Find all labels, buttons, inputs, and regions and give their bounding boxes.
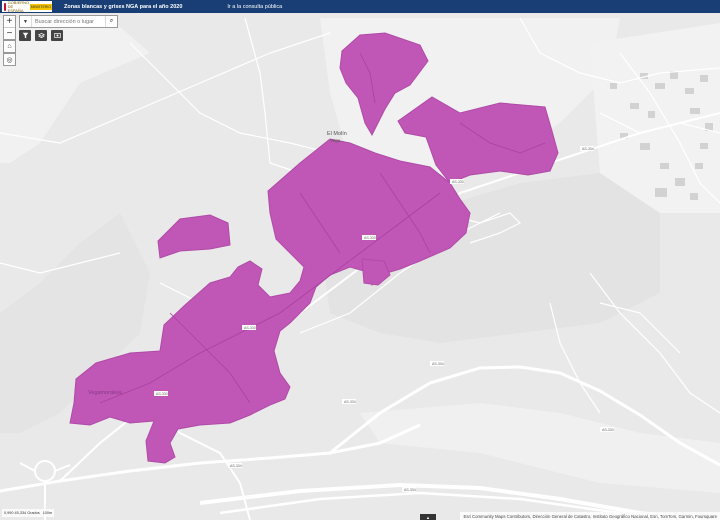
- search-icon: ⌕: [109, 18, 114, 24]
- funnel-icon: [22, 32, 28, 39]
- road-label: AS-334: [582, 147, 594, 151]
- search-button[interactable]: ⌕: [105, 16, 117, 27]
- road-label: AS-334: [432, 362, 444, 366]
- road-label: AS-334: [404, 488, 416, 492]
- locate-icon: ◎: [6, 56, 13, 64]
- chevron-down-icon: ▼: [23, 18, 28, 25]
- place-label-el-molin: El Molín: [327, 131, 347, 137]
- home-icon: ⌂: [7, 43, 12, 50]
- zoom-out-button[interactable]: −: [4, 27, 15, 39]
- coat-of-arms-icon: [4, 2, 6, 11]
- scale-bar: 0,990 45,334 Grados 100m: [2, 509, 55, 517]
- public-consultation-link[interactable]: Ir a la consulta pública: [227, 4, 282, 10]
- app-title: Zonas blancas y grises NGA para el año 2…: [64, 3, 183, 10]
- ministry-badge: MINISTERIO: [29, 3, 52, 10]
- scale-distance: 100m: [42, 511, 53, 515]
- attribution-toggle[interactable]: ▲: [420, 514, 436, 520]
- road-label: AS-330: [452, 180, 464, 184]
- zoom-control: + −: [3, 15, 16, 40]
- road-label: AS-334: [230, 464, 242, 468]
- search-source-dropdown[interactable]: ▼: [20, 16, 32, 27]
- road-label: AS-330: [244, 326, 256, 330]
- locate-button[interactable]: ◎: [3, 53, 16, 66]
- layers-button[interactable]: [35, 30, 47, 41]
- filter-button[interactable]: [19, 30, 31, 41]
- legend-button[interactable]: [51, 30, 63, 41]
- legend-icon: [53, 33, 61, 38]
- government-logo: GOBIERNO DE ESPAÑA MINISTERIO: [2, 0, 52, 13]
- layers-icon: [37, 33, 45, 38]
- chevron-up-icon: ▲: [426, 514, 430, 520]
- road-label: AS-330: [156, 392, 168, 396]
- road-label: AS-330: [364, 236, 376, 240]
- home-button[interactable]: ⌂: [3, 40, 16, 53]
- place-label-vegamoraleja: Vegamoraleja: [88, 390, 123, 396]
- place-label-el-molin-sub: Vega...: [330, 138, 344, 143]
- map-canvas[interactable]: AS-334 AS-330 AS-330 AS-330 AS-330 AS-33…: [0, 13, 720, 520]
- zoom-in-button[interactable]: +: [4, 16, 15, 27]
- map-attribution: Esri Community Maps Contributors, Direcc…: [460, 512, 720, 520]
- coordinate-readout: 0,990 45,334 Grados: [4, 511, 40, 515]
- logo-text: GOBIERNO DE ESPAÑA: [7, 0, 30, 13]
- road-label: AS-334: [602, 428, 614, 432]
- search-input[interactable]: [32, 18, 105, 25]
- tool-buttons: [19, 30, 63, 41]
- app-header: GOBIERNO DE ESPAÑA MINISTERIO Zonas blan…: [0, 0, 720, 13]
- road-label: AS-334: [344, 400, 356, 404]
- search-widget: ▼ ⌕: [19, 15, 118, 28]
